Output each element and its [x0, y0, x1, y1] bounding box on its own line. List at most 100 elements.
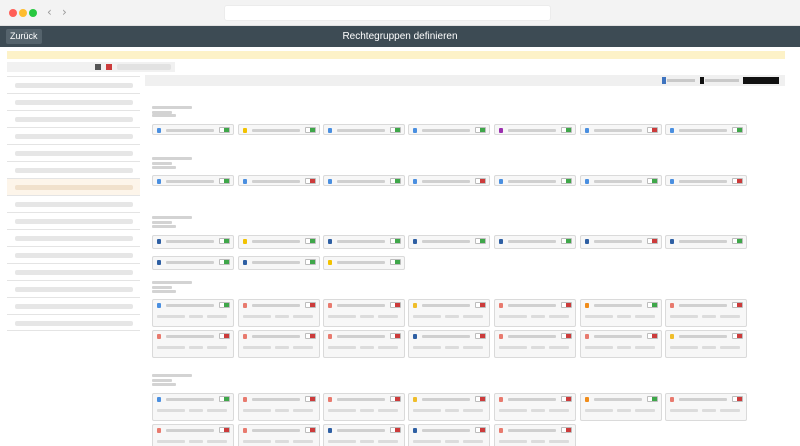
- permission-card[interactable]: [494, 235, 576, 249]
- chevron-left-icon[interactable]: ‹: [47, 5, 52, 19]
- permission-toggle[interactable]: [219, 238, 230, 244]
- permission-card[interactable]: [152, 124, 234, 135]
- permission-toggle[interactable]: [475, 302, 486, 308]
- permission-card[interactable]: [665, 175, 747, 186]
- permission-toggle[interactable]: [390, 302, 401, 308]
- permission-card[interactable]: [494, 330, 576, 358]
- permission-card[interactable]: [580, 393, 662, 421]
- permission-toggle[interactable]: [732, 302, 743, 308]
- permission-toggle[interactable]: [732, 238, 743, 244]
- toolbar-option-a[interactable]: [667, 79, 695, 82]
- permission-card[interactable]: [238, 256, 320, 270]
- permission-card[interactable]: [665, 299, 747, 327]
- permission-card[interactable]: [580, 299, 662, 327]
- close-window-dot[interactable]: [9, 9, 17, 17]
- permission-card[interactable]: [408, 175, 490, 186]
- permission-toggle[interactable]: [219, 427, 230, 433]
- sidebar-item[interactable]: [7, 212, 140, 229]
- permission-toggle[interactable]: [732, 333, 743, 339]
- sidebar-item[interactable]: [7, 297, 140, 314]
- permission-toggle[interactable]: [475, 427, 486, 433]
- permission-toggle[interactable]: [475, 396, 486, 402]
- permission-card[interactable]: [323, 256, 405, 270]
- permission-card[interactable]: [323, 299, 405, 327]
- permission-card[interactable]: [580, 330, 662, 358]
- minimize-window-dot[interactable]: [19, 9, 27, 17]
- permission-card[interactable]: [408, 235, 490, 249]
- permission-card[interactable]: [494, 424, 576, 446]
- permission-card[interactable]: [152, 393, 234, 421]
- sidebar-item[interactable]: [7, 93, 140, 110]
- permission-card[interactable]: [323, 235, 405, 249]
- permission-card[interactable]: [494, 299, 576, 327]
- permission-toggle[interactable]: [390, 333, 401, 339]
- permission-card[interactable]: [494, 124, 576, 135]
- permission-toggle[interactable]: [305, 333, 316, 339]
- dark-square-icon[interactable]: [95, 64, 101, 70]
- permission-toggle[interactable]: [219, 178, 230, 184]
- permission-toggle[interactable]: [390, 127, 401, 133]
- permission-card[interactable]: [238, 424, 320, 446]
- permission-card[interactable]: [323, 124, 405, 135]
- permission-card[interactable]: [323, 393, 405, 421]
- permission-card[interactable]: [408, 424, 490, 446]
- permission-toggle[interactable]: [647, 333, 658, 339]
- permission-card[interactable]: [408, 299, 490, 327]
- permission-toggle[interactable]: [561, 333, 572, 339]
- sidebar-item[interactable]: [7, 314, 140, 331]
- permission-toggle[interactable]: [561, 302, 572, 308]
- sidebar-item[interactable]: [7, 127, 140, 144]
- sidebar-item[interactable]: [7, 178, 140, 195]
- permission-toggle[interactable]: [219, 333, 230, 339]
- permission-toggle[interactable]: [219, 127, 230, 133]
- permission-toggle[interactable]: [305, 127, 316, 133]
- permission-toggle[interactable]: [219, 396, 230, 402]
- sidebar-item[interactable]: [7, 76, 140, 93]
- permission-toggle[interactable]: [390, 259, 401, 265]
- permission-toggle[interactable]: [305, 396, 316, 402]
- permission-toggle[interactable]: [305, 178, 316, 184]
- permission-card[interactable]: [580, 124, 662, 135]
- permission-card[interactable]: [152, 424, 234, 446]
- permission-toggle[interactable]: [647, 238, 658, 244]
- permission-toggle[interactable]: [390, 238, 401, 244]
- permission-toggle[interactable]: [219, 302, 230, 308]
- chevron-right-icon[interactable]: ›: [62, 5, 67, 19]
- sidebar-item[interactable]: [7, 280, 140, 297]
- permission-card[interactable]: [580, 235, 662, 249]
- sidebar-item[interactable]: [7, 246, 140, 263]
- permission-card[interactable]: [665, 393, 747, 421]
- permission-card[interactable]: [152, 175, 234, 186]
- permission-toggle[interactable]: [647, 127, 658, 133]
- permission-card[interactable]: [238, 175, 320, 186]
- maximize-window-dot[interactable]: [29, 9, 37, 17]
- permission-card[interactable]: [323, 424, 405, 446]
- permission-toggle[interactable]: [305, 302, 316, 308]
- permission-toggle[interactable]: [305, 259, 316, 265]
- permission-toggle[interactable]: [561, 396, 572, 402]
- permission-card[interactable]: [238, 299, 320, 327]
- red-square-icon[interactable]: [106, 64, 112, 70]
- permission-toggle[interactable]: [647, 178, 658, 184]
- permission-toggle[interactable]: [475, 178, 486, 184]
- permission-card[interactable]: [494, 175, 576, 186]
- permission-card[interactable]: [238, 393, 320, 421]
- sidebar-item[interactable]: [7, 161, 140, 178]
- sidebar-item[interactable]: [7, 229, 140, 246]
- permission-card[interactable]: [494, 393, 576, 421]
- permission-toggle[interactable]: [561, 238, 572, 244]
- sidebar-item[interactable]: [7, 195, 140, 212]
- permission-card[interactable]: [323, 175, 405, 186]
- permission-card[interactable]: [580, 175, 662, 186]
- permission-toggle[interactable]: [390, 178, 401, 184]
- permission-card[interactable]: [238, 235, 320, 249]
- permission-toggle[interactable]: [475, 238, 486, 244]
- permission-toggle[interactable]: [305, 427, 316, 433]
- permission-card[interactable]: [665, 330, 747, 358]
- permission-toggle[interactable]: [475, 333, 486, 339]
- permission-card[interactable]: [665, 124, 747, 135]
- permission-toggle[interactable]: [305, 238, 316, 244]
- sidebar-item[interactable]: [7, 263, 140, 280]
- toolbar-action-button[interactable]: [743, 77, 779, 84]
- permission-toggle[interactable]: [390, 427, 401, 433]
